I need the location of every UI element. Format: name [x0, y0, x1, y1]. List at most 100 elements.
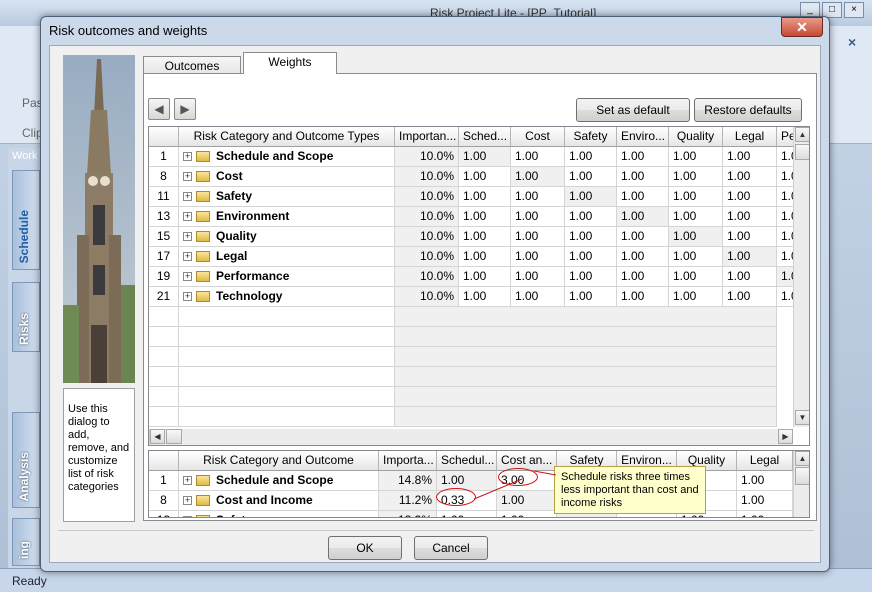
importance-cell[interactable]: 10.0% [395, 207, 459, 227]
weight-cell[interactable]: 1.00 [511, 227, 565, 247]
expand-icon[interactable]: + [183, 172, 192, 182]
column-header[interactable]: Cost [511, 127, 565, 147]
outcome-cell[interactable]: + Safety [179, 511, 379, 517]
weight-cell[interactable]: 1.00 [669, 247, 723, 267]
column-header[interactable]: Quality [669, 127, 723, 147]
row-number[interactable]: 21 [149, 287, 179, 307]
weight-cell[interactable]: 1.00 [459, 287, 511, 307]
weight-cell[interactable]: 1.00 [669, 287, 723, 307]
back-button[interactable]: ◀ [148, 98, 170, 120]
importance-cell[interactable]: 10.0% [395, 247, 459, 267]
outcome-type-cell[interactable]: + Quality [179, 227, 395, 247]
weight-cell[interactable]: 1.00 [723, 207, 777, 227]
importance-cell[interactable]: 11.2% [379, 491, 437, 511]
dialog-close-button[interactable]: ✕ [781, 17, 823, 37]
weight-cell[interactable]: 1.00 [617, 287, 669, 307]
weight-cell[interactable]: 1.00 [459, 147, 511, 167]
expand-icon[interactable]: + [183, 252, 192, 262]
weight-cell[interactable]: 1.00 [459, 267, 511, 287]
importance-cell[interactable]: 10.0% [395, 287, 459, 307]
expand-icon[interactable]: + [183, 496, 192, 506]
close-icon[interactable]: × [844, 2, 864, 18]
scroll-thumb[interactable] [795, 467, 809, 485]
side-tab-risks[interactable]: Risks [12, 282, 40, 352]
weight-cell[interactable]: 1.00 [617, 227, 669, 247]
weight-cell[interactable]: 1.00 [565, 207, 617, 227]
column-header[interactable]: Legal [737, 451, 793, 471]
outcome-cell[interactable]: + Cost and Income [179, 491, 379, 511]
column-header[interactable]: Legal [723, 127, 777, 147]
expand-icon[interactable]: + [183, 152, 192, 162]
outcome-type-cell[interactable]: + Performance [179, 267, 395, 287]
weight-cell[interactable]: 1.00 [669, 267, 723, 287]
column-header[interactable]: Sched... [459, 127, 511, 147]
weight-cell[interactable]: 1.00 [617, 147, 669, 167]
importance-cell[interactable]: 12.3% [379, 511, 437, 517]
weight-cell[interactable]: 1.00 [723, 227, 777, 247]
weight-cell[interactable]: 1.00 [723, 267, 777, 287]
weight-cell[interactable]: 1.00 [511, 267, 565, 287]
set-as-default-button[interactable]: Set as default [576, 98, 690, 122]
weight-cell[interactable]: 1.00 [617, 187, 669, 207]
scroll-up-icon[interactable]: ▲ [795, 451, 809, 466]
weight-cell[interactable]: 1.00 [723, 247, 777, 267]
cancel-button[interactable]: Cancel [414, 536, 488, 560]
weight-cell[interactable]: 1.00 [565, 227, 617, 247]
row-number[interactable]: 13 [149, 207, 179, 227]
weight-cell[interactable]: 1.00 [565, 167, 617, 187]
vertical-scrollbar[interactable]: ▲ [793, 451, 809, 517]
column-header[interactable]: Importa... [379, 451, 437, 471]
expand-icon[interactable]: + [183, 212, 192, 222]
weight-cell[interactable]: 1.00 [565, 147, 617, 167]
weight-cell[interactable]: 1.00 [459, 247, 511, 267]
weight-cell[interactable]: 1.00 [723, 147, 777, 167]
scroll-thumb[interactable] [795, 144, 809, 160]
row-number[interactable]: 17 [149, 247, 179, 267]
weight-cell[interactable]: 1.00 [565, 247, 617, 267]
row-number[interactable]: 1 [149, 471, 179, 491]
side-tab-schedule[interactable]: Schedule [12, 170, 40, 270]
weight-cell[interactable]: 1.00 [723, 167, 777, 187]
weight-cell[interactable]: 1.00 [459, 227, 511, 247]
weight-cell[interactable]: 1.00 [723, 187, 777, 207]
expand-icon[interactable]: + [183, 476, 192, 486]
row-number[interactable]: 8 [149, 491, 179, 511]
weight-cell[interactable]: 1.00 [459, 187, 511, 207]
comparison-cell[interactable]: 1.00 [737, 471, 793, 491]
row-number[interactable]: 11 [149, 187, 179, 207]
forward-button[interactable]: ▶ [174, 98, 196, 120]
ok-button[interactable]: OK [328, 536, 402, 560]
importance-cell[interactable]: 10.0% [395, 167, 459, 187]
weight-cell[interactable]: 1.00 [723, 287, 777, 307]
row-number[interactable]: 19 [149, 267, 179, 287]
weight-cell[interactable]: 1.00 [617, 267, 669, 287]
weight-cell[interactable]: 1.00 [669, 227, 723, 247]
weight-cell[interactable]: 1.00 [669, 167, 723, 187]
comparison-cell[interactable]: 1.00 [737, 511, 793, 517]
row-number[interactable]: 15 [149, 227, 179, 247]
expand-icon[interactable]: + [183, 516, 192, 517]
importance-cell[interactable]: 10.0% [395, 227, 459, 247]
outcome-type-cell[interactable]: + Cost [179, 167, 395, 187]
outcome-type-cell[interactable]: + Technology [179, 287, 395, 307]
weight-cell[interactable]: 1.00 [511, 247, 565, 267]
side-tab-analysis[interactable]: Analysis [12, 412, 40, 508]
expand-icon[interactable]: + [183, 292, 192, 302]
scroll-left-icon[interactable]: ◀ [150, 429, 165, 444]
column-header[interactable]: Enviro... [617, 127, 669, 147]
restore-defaults-button[interactable]: Restore defaults [694, 98, 802, 122]
importance-cell[interactable]: 10.0% [395, 267, 459, 287]
expand-icon[interactable]: + [183, 232, 192, 242]
weight-cell[interactable]: 1.00 [669, 187, 723, 207]
expand-icon[interactable]: + [183, 272, 192, 282]
tab-weights[interactable]: Weights [243, 52, 337, 74]
row-number[interactable]: 1 [149, 147, 179, 167]
column-header[interactable]: Importan... [395, 127, 459, 147]
row-number[interactable]: 8 [149, 167, 179, 187]
weight-cell[interactable]: 1.00 [511, 287, 565, 307]
weight-cell[interactable]: 1.00 [669, 147, 723, 167]
importance-cell[interactable]: 10.0% [395, 147, 459, 167]
importance-cell[interactable]: 10.0% [395, 187, 459, 207]
weight-cell[interactable]: 1.00 [565, 287, 617, 307]
horizontal-scrollbar[interactable]: ◀ ▶ [149, 429, 793, 445]
